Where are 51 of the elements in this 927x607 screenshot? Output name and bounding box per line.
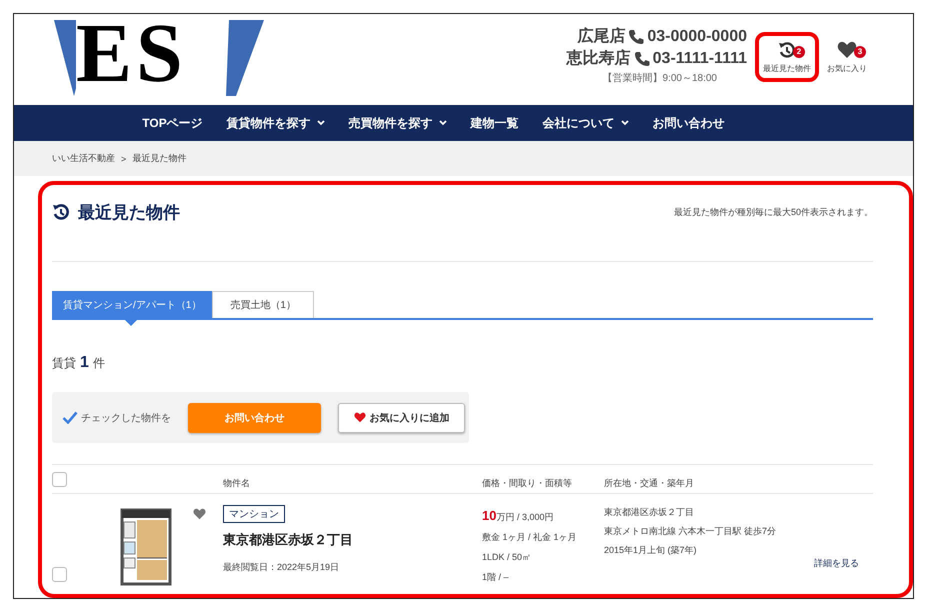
page-title: 最近見た物件 — [78, 202, 180, 224]
nav-link[interactable]: お問い合わせ — [652, 114, 725, 132]
property-name: 東京都港区赤坂２丁目 — [223, 531, 353, 549]
details-link[interactable]: 詳細を見る — [814, 557, 859, 570]
phone-icon — [634, 51, 650, 67]
nav-link[interactable]: 売買物件を探す — [348, 114, 447, 132]
address-text: 東京都港区赤坂２丁目 — [604, 506, 695, 519]
tab[interactable]: 賃貸マンション/アパート（1） — [52, 291, 212, 318]
phone-icon — [628, 29, 644, 45]
price-text: 10万円 / 3,000円 — [482, 508, 554, 524]
column-header: 物件名 — [223, 476, 251, 490]
count-number: 1 — [80, 354, 89, 372]
count-label: 賃貸 — [52, 355, 76, 372]
count-unit: 件 — [92, 355, 105, 372]
count-badge: 2 — [793, 46, 805, 58]
built-date-text: 2015年1月上旬 (築7年) — [604, 544, 698, 557]
phone-number: 03-1111-1111 — [652, 49, 747, 69]
column-header: 価格・間取り・面積等 — [482, 476, 573, 490]
access-text: 東京メトロ南北線 六本木一丁目駅 徒歩7分 — [604, 525, 778, 538]
count-badge: 3 — [854, 46, 866, 58]
shop-name: 恵比寿店 — [566, 48, 631, 69]
type-tag: マンション — [223, 505, 285, 523]
nav-link[interactable]: TOPページ — [142, 114, 203, 132]
add-favorite-button[interactable]: お気に入りに追加 — [338, 402, 465, 432]
business-hours: 【営業時間】9:00～18:00 — [602, 72, 717, 85]
breadcrumb-separator: > — [121, 154, 126, 164]
tab[interactable]: 売買土地（1） — [212, 291, 314, 318]
layout-text: 1LDK / 50㎡ — [482, 551, 532, 564]
last-viewed-date: 最終閲覧日：2022年5月19日 — [223, 561, 340, 574]
favorites-link[interactable]: 3 お気に入り — [819, 32, 875, 82]
floor-text: 1階 / – — [482, 571, 510, 584]
heart-icon — [837, 41, 857, 59]
shop-name: 広尾店 — [577, 26, 626, 47]
history-icon — [778, 41, 796, 59]
nav-link[interactable]: 建物一覧 — [470, 114, 519, 132]
checkmark-icon — [62, 411, 78, 424]
recent-link[interactable]: 2 最近見た物件 — [755, 32, 819, 82]
select-all-checkbox[interactable] — [52, 472, 67, 486]
favorite-heart-icon[interactable] — [193, 508, 206, 520]
row-checkbox[interactable] — [52, 567, 67, 582]
history-icon — [52, 203, 70, 221]
breadcrumb-link[interactable]: いい生活不動産 — [52, 152, 115, 165]
nav-link[interactable]: 会社について — [542, 114, 629, 132]
nav-link[interactable]: 賃貸物件を探す — [226, 114, 325, 132]
heart-icon — [354, 412, 366, 423]
phone-number: 03-0000-0000 — [647, 27, 747, 47]
column-header: 所在地・交通・築年月 — [604, 476, 695, 490]
action-label: チェックした物件を — [81, 412, 171, 424]
page-note: 最近見た物件が種別毎に最大50件表示されます。 — [674, 206, 873, 218]
deposit-text: 敷金 1ヶ月 / 礼金 1ヶ月 — [482, 531, 578, 544]
breadcrumb-current: 最近見た物件 — [132, 152, 186, 165]
